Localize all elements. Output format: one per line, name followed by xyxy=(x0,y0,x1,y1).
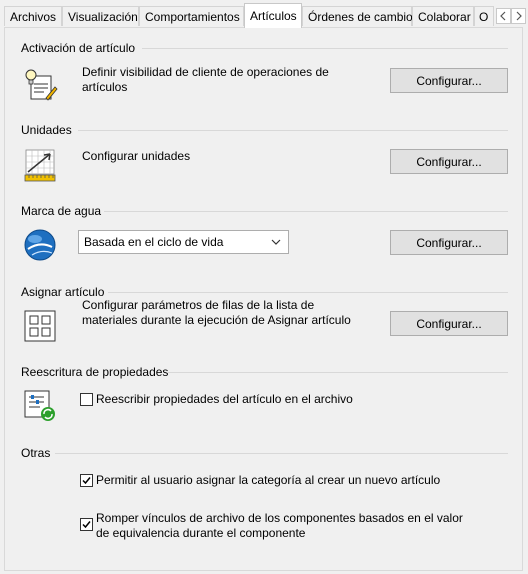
tab-comportamientos[interactable]: Comportamientos xyxy=(139,6,244,26)
section-divider xyxy=(55,453,508,454)
grid-assign-icon xyxy=(24,310,56,342)
tab-articulos[interactable]: Artículos xyxy=(244,3,302,28)
globe-icon xyxy=(24,229,56,261)
tab-scroll-left-button[interactable] xyxy=(496,8,511,24)
tab-bar: Archivos Visualización Comportamientos A… xyxy=(0,0,528,28)
break-file-links-label: Romper vínculos de archivo de los compon… xyxy=(96,511,463,540)
tab-colaborar[interactable]: Colaborar xyxy=(412,6,474,26)
chevron-right-icon xyxy=(516,11,522,21)
tab-ordenes-de-cambio[interactable]: Órdenes de cambio xyxy=(302,6,413,26)
writeback-properties-label: Reescribir propiedades del artículo en e… xyxy=(96,392,353,406)
chevron-down-icon xyxy=(271,239,281,245)
configure-watermark-button[interactable]: Configurar... xyxy=(390,230,508,255)
lightbulb-document-icon xyxy=(25,69,58,101)
section-title-unidades: Unidades xyxy=(21,123,72,137)
watermark-select[interactable]: Basada en el ciclo de vida xyxy=(78,230,289,254)
configure-units-button[interactable]: Configurar... xyxy=(390,149,508,174)
chevron-left-icon xyxy=(500,11,506,21)
tab-overflow[interactable]: O xyxy=(474,6,494,26)
property-writeback-icon xyxy=(24,390,55,421)
allow-assign-category-checkbox[interactable] xyxy=(80,474,93,487)
section-title-asignar: Asignar artículo xyxy=(21,285,105,299)
section-title-marca-agua: Marca de agua xyxy=(21,204,102,218)
break-file-links-checkbox[interactable] xyxy=(80,518,93,531)
section-divider xyxy=(78,130,508,131)
section-title-otras: Otras xyxy=(21,446,51,460)
tab-scroll-right-button[interactable] xyxy=(511,8,526,24)
configure-assign-button[interactable]: Configurar... xyxy=(390,311,508,336)
checkmark-icon xyxy=(82,477,91,485)
asignar-description: Configurar parámetros de filas de la lis… xyxy=(82,298,351,327)
section-divider xyxy=(104,211,508,212)
writeback-properties-checkbox[interactable] xyxy=(80,393,93,406)
activacion-description: Definir visibilidad de cliente de operac… xyxy=(82,65,329,94)
configure-activation-button[interactable]: Configurar... xyxy=(390,68,508,93)
section-title-activacion: Activación de artículo xyxy=(21,41,136,55)
section-title-reescritura: Reescritura de propiedades xyxy=(21,365,169,379)
tab-archivos[interactable]: Archivos xyxy=(4,6,62,26)
section-divider xyxy=(142,48,508,49)
tab-visualizacion[interactable]: Visualización xyxy=(62,6,139,26)
unidades-description: Configurar unidades xyxy=(82,149,191,163)
watermark-select-value: Basada en el ciclo de vida xyxy=(84,235,224,249)
section-divider xyxy=(108,292,508,293)
allow-assign-category-label: Permitir al usuario asignar la categoría… xyxy=(96,473,441,487)
units-ruler-icon xyxy=(24,149,56,182)
checkmark-icon xyxy=(82,521,91,529)
section-divider xyxy=(168,372,508,373)
